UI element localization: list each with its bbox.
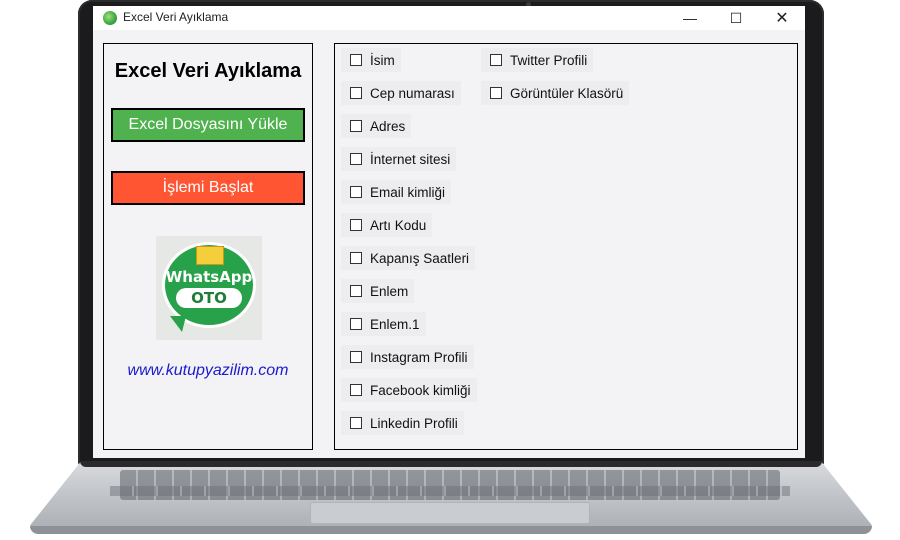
logo-text-oto: OTO [176, 288, 242, 308]
chat-bubble-tail [170, 316, 186, 332]
checkbox-label: Twitter Profili [510, 52, 588, 68]
checkbox-box[interactable] [490, 54, 502, 66]
laptop-base-edge [30, 526, 872, 534]
checkbox-linkedin-profili[interactable]: Linkedin Profili [341, 411, 464, 435]
checkbox-box[interactable] [490, 87, 502, 99]
checkbox-box[interactable] [350, 417, 362, 429]
checkbox-label: Görüntüler Klasörü [510, 85, 624, 101]
checkbox-enlem-1[interactable]: Enlem.1 [341, 312, 426, 336]
checkbox-label: Enlem.1 [370, 316, 420, 332]
laptop-keyboard-row [110, 486, 790, 496]
checkbox-box[interactable] [350, 87, 362, 99]
checkbox-instagram-profili[interactable]: Instagram Profili [341, 345, 474, 369]
columns-panel: İsim Cep numarası Adres İnternet sitesi … [334, 43, 798, 450]
checkbox-box[interactable] [350, 252, 362, 264]
checkbox-label: Artı Kodu [370, 217, 427, 233]
checkbox-box[interactable] [350, 351, 362, 363]
checkbox-goruntuler-klasoru[interactable]: Görüntüler Klasörü [481, 81, 630, 105]
checkbox-label: İnternet sitesi [370, 151, 451, 167]
load-excel-button[interactable]: Excel Dosyasını Yükle [111, 108, 305, 142]
checkbox-arti-kodu[interactable]: Artı Kodu [341, 213, 433, 237]
maximize-button[interactable]: ☐ [713, 6, 759, 30]
checkbox-box[interactable] [350, 285, 362, 297]
app-window: Excel Veri Ayıklama — ☐ ✕ Excel Veri Ayı… [93, 6, 805, 458]
close-button[interactable]: ✕ [759, 6, 805, 30]
logo-text-whatsapp: WhatsApp [165, 268, 253, 286]
checkbox-facebook-kimligi[interactable]: Facebook kimliği [341, 378, 477, 402]
client-area: Excel Veri Ayıklama Excel Dosyasını Yükl… [93, 30, 805, 458]
checkbox-email-kimligi[interactable]: Email kimliği [341, 180, 452, 204]
left-panel: Excel Veri Ayıklama Excel Dosyasını Yükl… [103, 43, 313, 450]
checkbox-adres[interactable]: Adres [341, 114, 412, 138]
app-icon [103, 11, 117, 25]
checkbox-cep-numarasi[interactable]: Cep numarası [341, 81, 461, 105]
checkbox-box[interactable] [350, 54, 362, 66]
title-bar[interactable]: Excel Veri Ayıklama — ☐ ✕ [93, 6, 805, 30]
envelope-icon [196, 246, 224, 265]
checkbox-label: Email kimliği [370, 184, 446, 200]
checkbox-twitter-profili[interactable]: Twitter Profili [481, 48, 594, 72]
checkbox-isim[interactable]: İsim [341, 48, 401, 72]
checkbox-label: Adres [370, 118, 406, 134]
window-title: Excel Veri Ayıklama [123, 10, 229, 24]
laptop-hinge [80, 461, 822, 467]
checkbox-label: Enlem [370, 283, 409, 299]
checkbox-box[interactable] [350, 120, 362, 132]
checkbox-box[interactable] [350, 384, 362, 396]
checkbox-label: Cep numarası [370, 85, 455, 101]
website-link[interactable]: www.kutupyazilim.com [104, 362, 312, 380]
checkbox-enlem[interactable]: Enlem [341, 279, 415, 303]
laptop-trackpad [310, 502, 590, 524]
start-process-button[interactable]: İşlemi Başlat [111, 171, 305, 205]
checkbox-label: Linkedin Profili [370, 415, 458, 431]
checkbox-label: Facebook kimliği [370, 382, 471, 398]
checkbox-kapanis-saatleri[interactable]: Kapanış Saatleri [341, 246, 476, 270]
checkbox-box[interactable] [350, 318, 362, 330]
checkbox-box[interactable] [350, 153, 362, 165]
minimize-button[interactable]: — [667, 6, 713, 30]
checkbox-box[interactable] [350, 186, 362, 198]
checkbox-label: Kapanış Saatleri [370, 250, 470, 266]
whatsapp-oto-logo: WhatsApp OTO [156, 236, 262, 340]
checkbox-label: İsim [370, 52, 395, 68]
checkbox-label: Instagram Profili [370, 349, 468, 365]
checkbox-box[interactable] [350, 219, 362, 231]
app-heading: Excel Veri Ayıklama [114, 60, 302, 82]
checkbox-internet-sitesi[interactable]: İnternet sitesi [341, 147, 457, 171]
